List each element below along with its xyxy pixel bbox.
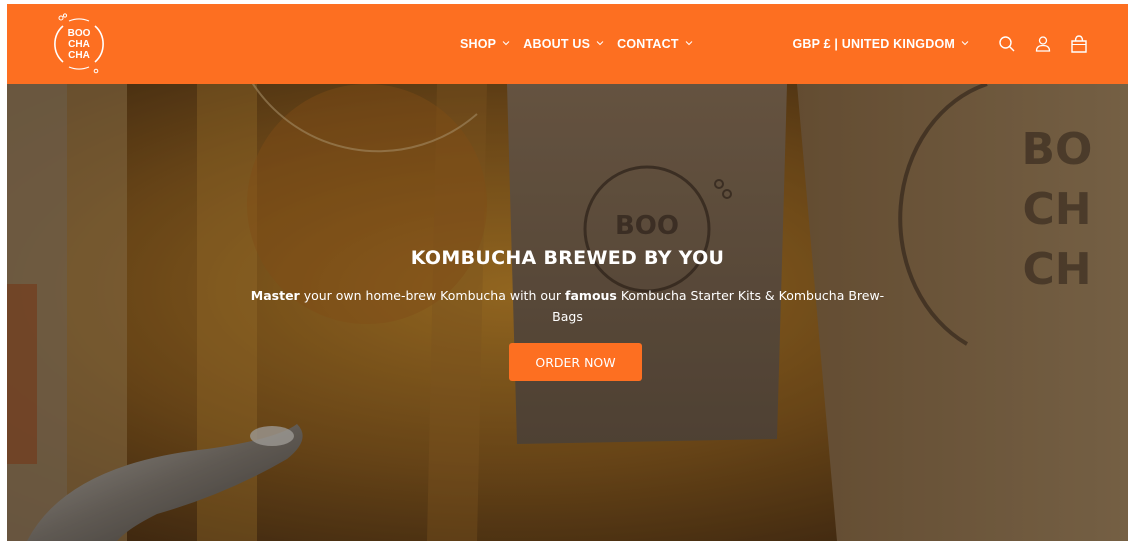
currency-label: GBP £ | UNITED KINGDOM [792,37,955,51]
currency-selector[interactable]: GBP £ | UNITED KINGDOM [792,37,970,51]
cart-icon[interactable] [1068,33,1090,55]
hero-subtitle-bold-master: Master [250,288,300,303]
hero-subtitle-text: your own home-brew Kombucha with our [299,288,566,303]
hero-title: KOMBUCHA BREWED BY YOU [410,247,725,269]
svg-text:CHA: CHA [68,39,90,50]
header-tools: GBP £ | UNITED KINGDOM [792,4,1090,84]
svg-text:CHA: CHA [68,50,90,61]
nav-item-label: SHOP [460,37,497,51]
chevron-down-icon [595,38,605,48]
chevron-down-icon [960,38,970,48]
nav-item-about-us[interactable]: ABOUT US [523,37,605,51]
logo-text-line: BOO [68,28,91,39]
page-frame: BOO CHA CHA SHOP ABOUT US CONTACT GBP £ … [7,4,1128,541]
order-now-button[interactable]: ORDER NOW [509,343,642,381]
account-icon[interactable] [1032,33,1054,55]
hero-subtitle-bold-famous: famous [565,288,617,303]
nav-item-label: CONTACT [617,37,679,51]
chevron-down-icon [501,38,511,48]
search-icon[interactable] [996,33,1018,55]
main-nav: SHOP ABOUT US CONTACT [460,4,706,84]
nav-item-label: ABOUT US [523,37,591,51]
boochacha-logo-icon: BOO CHA CHA [54,13,104,74]
nav-item-contact[interactable]: CONTACT [617,37,694,51]
nav-item-shop[interactable]: SHOP [460,37,511,51]
site-header: BOO CHA CHA SHOP ABOUT US CONTACT GBP £ … [7,4,1128,84]
chevron-down-icon [684,38,694,48]
hero-subtitle: Master your own home-brew Kombucha with … [237,285,898,327]
hero-banner: BOO BO CH CH KOMBUCHA BREWED BY YOU Mast… [7,84,1128,541]
brand-logo[interactable]: BOO CHA CHA [49,12,109,76]
